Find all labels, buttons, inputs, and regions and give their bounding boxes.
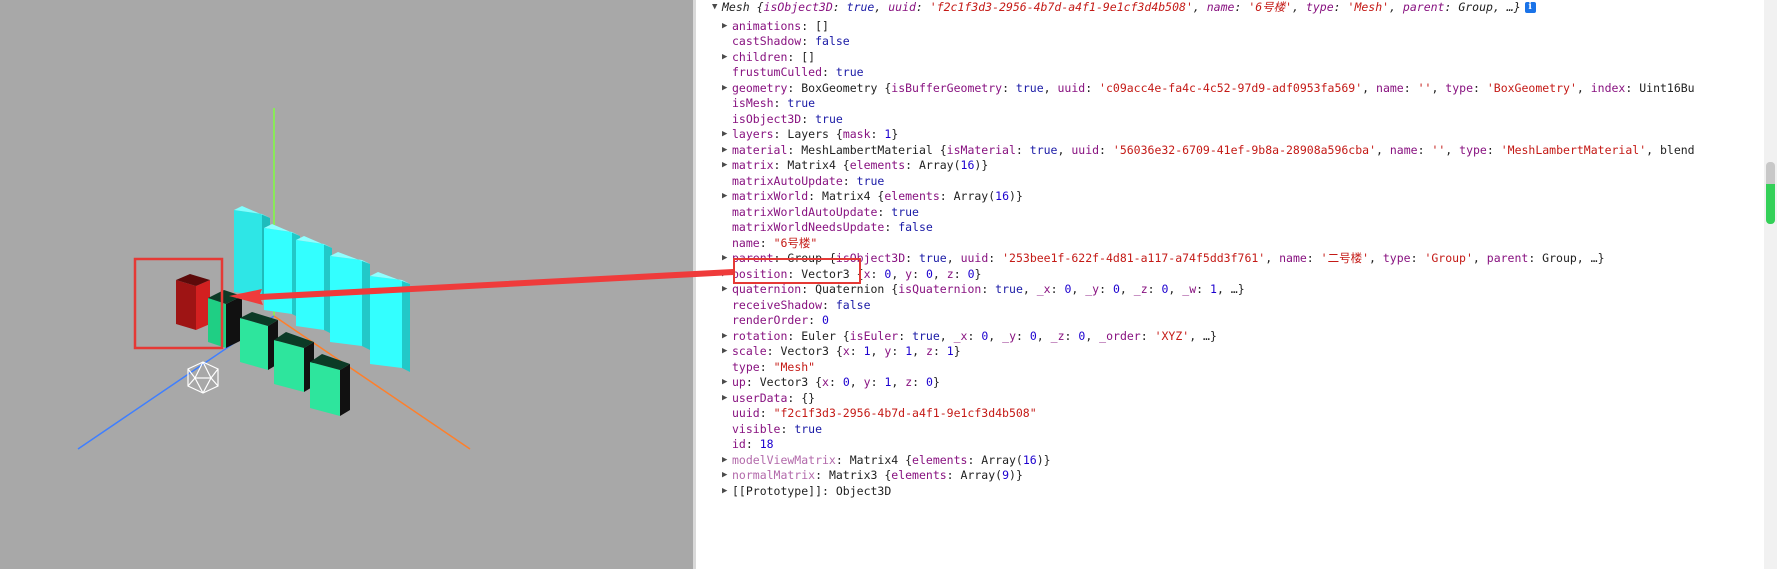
property-value: Matrix4 {elements: Array(16)} — [787, 158, 989, 172]
property-key: [[Prototype]] — [732, 483, 823, 498]
cyan-building-2 — [264, 224, 300, 318]
property-value: true — [815, 111, 843, 126]
property-value: false — [898, 220, 933, 234]
property-key: receiveShadow — [732, 297, 823, 312]
devtools-screenshot: ▼ Mesh {isObject3D: true, uuid: 'f2c1f3d3… — [0, 0, 1777, 569]
expand-triangle-icon: ▶ — [722, 485, 728, 496]
name-highlight-box — [733, 258, 861, 284]
property-value: [] — [801, 49, 816, 64]
property-value: MeshLambertMaterial {isMaterial: true, u… — [801, 142, 1695, 157]
property-key: type — [732, 359, 760, 374]
property-value: Matrix3 {elements: Array(9)} — [828, 468, 1023, 482]
property-row-prototype[interactable]: ▶ [[Prototype]]: Object3D — [696, 483, 1764, 501]
threejs-viewport[interactable] — [0, 0, 693, 569]
property-key: up — [732, 375, 746, 389]
scene-canvas[interactable] — [0, 0, 693, 569]
property-key: matrixWorldNeedsUpdate — [732, 220, 885, 234]
light-helper-icon[interactable] — [187, 361, 219, 394]
green-building-3 — [274, 332, 314, 392]
property-value: false — [835, 297, 871, 312]
property-key: name — [732, 235, 760, 250]
property-value: true — [794, 421, 823, 436]
property-key: isObject3D — [732, 111, 802, 126]
property-value: 18 — [759, 437, 774, 451]
property-key: scale — [732, 344, 767, 358]
property-value: {} — [801, 390, 816, 405]
property-value: Vector3 {x: 0, y: 1, z: 0} — [759, 375, 940, 389]
cyan-building-5 — [370, 272, 410, 372]
console-scrollbar[interactable] — [1764, 0, 1777, 569]
property-value: "Mesh" — [773, 359, 816, 374]
property-value: BoxGeometry {isBufferGeometry: true, uui… — [801, 80, 1695, 95]
collapse-triangle-icon: ▼ — [712, 2, 718, 12]
property-value: 0 — [822, 313, 829, 327]
property-value: false — [815, 34, 850, 48]
property-value: Layers {mask: 1} — [787, 127, 899, 141]
cyan-building-3 — [296, 236, 332, 334]
green-building-2 — [240, 312, 278, 370]
property-value: Object3D — [835, 483, 892, 498]
property-key: matrixWorld — [732, 189, 809, 203]
property-value: true — [856, 173, 885, 188]
property-key: animations — [732, 18, 802, 33]
property-value: true — [787, 96, 816, 110]
property-value: "6号楼" — [773, 235, 818, 250]
property-key: geometry — [732, 80, 788, 95]
property-value: Vector3 {x: 1, y: 1, z: 1} — [780, 344, 961, 358]
property-key: isMesh — [732, 96, 774, 110]
property-key: modelViewMatrix — [732, 452, 836, 467]
property-value: [] — [815, 18, 829, 33]
property-key: children — [732, 49, 788, 64]
green-building-4 — [310, 354, 350, 416]
property-key: layers — [732, 127, 774, 141]
property-key: material — [732, 142, 788, 157]
property-key: matrix — [732, 158, 774, 172]
cyan-building-4 — [330, 252, 370, 350]
green-building-1 — [208, 290, 242, 348]
info-icon: i — [1524, 2, 1536, 13]
property-value: Euler {isEuler: true, _x: 0, _y: 0, _z: … — [801, 328, 1217, 343]
header-prefix: Mesh { — [722, 0, 764, 14]
property-key: matrixWorldAutoUpdate — [732, 204, 878, 219]
property-value: Group {isObject3D: true, uuid: '253bee1f… — [787, 251, 1605, 265]
property-value: true — [891, 204, 919, 219]
property-key: normalMatrix — [732, 468, 816, 482]
selected-red-building[interactable] — [176, 274, 210, 330]
property-key: id — [732, 437, 746, 451]
property-key: matrixAutoUpdate — [732, 173, 843, 188]
property-key: visible — [732, 421, 781, 436]
property-key: renderOrder — [732, 313, 809, 327]
object-header-row[interactable]: ▼ Mesh {isObject3D: true, uuid: 'f2c1f3d3… — [696, 0, 1764, 17]
property-key: quaternion — [732, 282, 802, 296]
property-key: rotation — [732, 328, 788, 343]
scrollbar-thumb[interactable] — [1766, 162, 1775, 224]
property-key: castShadow — [732, 34, 802, 48]
property-value: Quaternion {isQuaternion: true, _x: 0, _… — [815, 282, 1245, 296]
property-key: userData — [732, 390, 788, 405]
property-value: true — [835, 65, 864, 79]
property-value: Matrix4 {elements: Array(16)} — [849, 452, 1051, 467]
property-key: frustumCulled — [732, 65, 823, 79]
property-value: "f2c1f3d3-2956-4b7d-a4f1-9e1cf3d4b508" — [773, 406, 1037, 420]
property-value: Matrix4 {elements: Array(16)} — [822, 189, 1023, 203]
devtools-console[interactable]: ▼ Mesh {isObject3D: true, uuid: 'f2c1f3d3… — [696, 0, 1764, 569]
property-key: uuid — [732, 406, 760, 420]
